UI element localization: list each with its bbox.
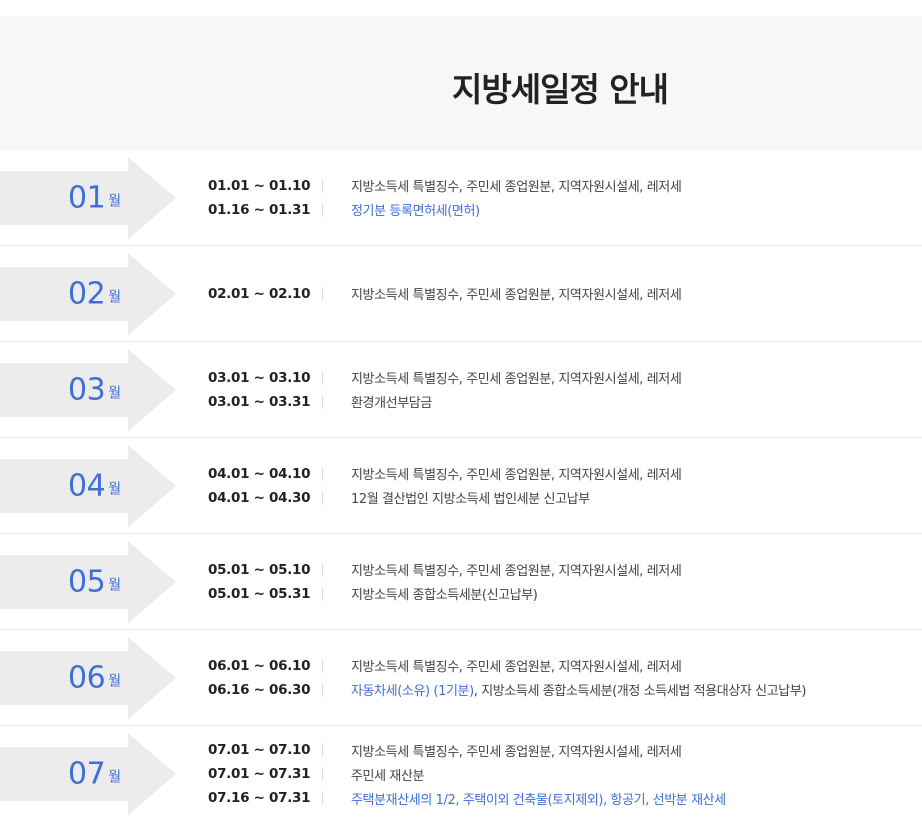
entry-date: 04.01 ~ 04.10 <box>208 465 311 482</box>
entry-description[interactable]: 주택분재산세의 1/2, 주택이외 건축물(토지제외), 항공기, 선박분 재산… <box>351 789 726 808</box>
schedule-list: 01 월 01.01 ~ 01.10 지방소득세 특별징수, 주민세 종업원분, 지역… <box>0 150 922 822</box>
page-header: 지방세일정 안내 <box>0 16 922 150</box>
schedule-entries: 03.01 ~ 03.10 지방소득세 특별징수, 주민세 종업원분, 지역자원시… <box>208 366 682 414</box>
month-label: 02 월 <box>68 276 121 311</box>
entry-date: 03.01 ~ 03.10 <box>208 369 311 386</box>
schedule-entry: 03.01 ~ 03.10 지방소득세 특별징수, 주민세 종업원분, 지역자원시… <box>208 366 682 390</box>
month-label: 06 월 <box>68 660 121 695</box>
month-label: 04 월 <box>68 468 121 503</box>
schedule-entries: 06.01 ~ 06.10 지방소득세 특별징수, 주민세 종업원분, 지역자원시… <box>208 654 806 702</box>
month-unit: 월 <box>108 673 122 689</box>
page-title: 지방세일정 안내 <box>452 70 669 109</box>
entry-date: 06.16 ~ 06.30 <box>208 681 311 698</box>
entry-description: 지방소득세 특별징수, 주민세 종업원분, 지역자원시설세, 레저세 <box>351 180 682 195</box>
entry-description: 12월 결산법인 지방소득세 법인세분 신고납부 <box>351 492 590 507</box>
entry-description: 지방소득세 특별징수, 주민세 종업원분, 지역자원시설세, 레저세 <box>351 468 682 483</box>
schedule-entry: 05.01 ~ 05.10 지방소득세 특별징수, 주민세 종업원분, 지역자원시… <box>208 558 682 582</box>
entry-divider <box>322 394 323 409</box>
schedule-entry: 05.01 ~ 05.31 지방소득세 종합소득세분(신고납부) <box>208 582 681 606</box>
entry-date: 07.16 ~ 07.31 <box>208 790 311 806</box>
entry-divider <box>322 767 323 781</box>
entry-date: 05.01 ~ 05.31 <box>208 585 311 602</box>
schedule-entries: 07.01 ~ 07.10 지방소득세 특별징수, 주민세 종업원분, 지역자원시… <box>208 738 726 810</box>
entry-description-link[interactable]: 자동차세(소유) (1기분) <box>351 684 474 699</box>
entry-description: 지방소득세 특별징수, 주민세 종업원분, 지역자원시설세, 레저세 <box>351 744 682 760</box>
entry-date: 01.01 ~ 01.10 <box>208 177 311 194</box>
entry-description: 환경개선부담금 <box>351 396 432 411</box>
schedule-entry: 06.01 ~ 06.10 지방소득세 특별징수, 주민세 종업원분, 지역자원시… <box>208 654 806 678</box>
entry-description: 지방소득세 종합소득세분(신고납부) <box>351 588 538 603</box>
month-unit: 월 <box>108 193 122 209</box>
entry-description: 지방소득세 특별징수, 주민세 종업원분, 지역자원시설세, 레저세 <box>351 660 682 675</box>
month-label: 05 월 <box>68 564 121 599</box>
entry-date: 07.01 ~ 07.31 <box>208 766 311 782</box>
entry-date: 03.01 ~ 03.31 <box>208 393 311 410</box>
entry-description-text: , 지방소득세 종합소득세분(개정 소득세법 적용대상자 신고납부) <box>473 684 807 699</box>
entry-divider <box>322 658 323 673</box>
month-number: 03 <box>68 372 106 407</box>
schedule-entries: 01.01 ~ 01.10 지방소득세 특별징수, 주민세 종업원분, 지역자원시… <box>208 174 682 222</box>
month-label: 07 월 <box>68 757 121 792</box>
entry-date: 01.16 ~ 01.31 <box>208 201 311 218</box>
entry-description: 지방소득세 특별징수, 주민세 종업원분, 지역자원시설세, 레저세 <box>351 564 682 579</box>
entry-divider <box>322 202 323 217</box>
entry-divider <box>322 791 323 805</box>
month-row: 04 월 04.01 ~ 04.10 지방소득세 특별징수, 주민세 종업원분, 지역… <box>0 438 922 534</box>
schedule-entry: 07.01 ~ 07.10 지방소득세 특별징수, 주민세 종업원분, 지역자원시… <box>208 738 726 762</box>
schedule-entry: 02.01 ~ 02.10 지방소득세 특별징수, 주민세 종업원분, 지역자원시… <box>208 282 682 306</box>
entry-divider <box>322 562 323 577</box>
month-unit: 월 <box>108 577 122 593</box>
schedule-entry: 03.01 ~ 03.31 환경개선부담금 <box>208 390 681 414</box>
entry-description: 주민세 재산분 <box>351 768 425 784</box>
entry-date: 02.01 ~ 02.10 <box>208 285 311 302</box>
month-row: 02 월 02.01 ~ 02.10 지방소득세 특별징수, 주민세 종업원분, 지역… <box>0 246 922 342</box>
schedule-entry: 06.16 ~ 06.30 자동차세(소유) (1기분), 지방소득세 종합소득세… <box>208 678 806 702</box>
entry-date: 07.01 ~ 07.10 <box>208 742 311 758</box>
schedule-entry: 07.16 ~ 07.31 주택분재산세의 1/2, 주택이외 건축물(토지제외)… <box>208 786 726 810</box>
month-row: 06 월 06.01 ~ 06.10 지방소득세 특별징수, 주민세 종업원분, 지역… <box>0 630 922 726</box>
schedule-entry: 04.01 ~ 04.10 지방소득세 특별징수, 주민세 종업원분, 지역자원시… <box>208 462 682 486</box>
entry-divider <box>322 586 323 601</box>
month-row: 03 월 03.01 ~ 03.10 지방소득세 특별징수, 주민세 종업원분, 지역… <box>0 342 922 438</box>
month-number: 07 <box>68 756 106 792</box>
schedule-entries: 04.01 ~ 04.10 지방소득세 특별징수, 주민세 종업원분, 지역자원시… <box>208 462 682 510</box>
entry-divider <box>322 466 323 481</box>
entry-date: 06.01 ~ 06.10 <box>208 657 311 674</box>
month-number: 05 <box>68 564 106 599</box>
schedule-entry: 04.01 ~ 04.30 12월 결산법인 지방소득세 법인세분 신고납부 <box>208 486 681 510</box>
entry-date: 04.01 ~ 04.30 <box>208 489 311 506</box>
month-row: 01 월 01.01 ~ 01.10 지방소득세 특별징수, 주민세 종업원분, 지역… <box>0 150 922 246</box>
month-row: 05 월 05.01 ~ 05.10 지방소득세 특별징수, 주민세 종업원분, 지역… <box>0 534 922 630</box>
month-unit: 월 <box>108 289 122 305</box>
entry-divider <box>322 490 323 505</box>
schedule-entry: 01.01 ~ 01.10 지방소득세 특별징수, 주민세 종업원분, 지역자원시… <box>208 174 682 198</box>
entry-divider <box>322 370 323 385</box>
schedule-entry: 01.16 ~ 01.31 정기분 등록면허세(면허) <box>208 198 681 222</box>
schedule-entries: 05.01 ~ 05.10 지방소득세 특별징수, 주민세 종업원분, 지역자원시… <box>208 558 682 606</box>
entry-description: 지방소득세 특별징수, 주민세 종업원분, 지역자원시설세, 레저세 <box>351 372 682 387</box>
month-unit: 월 <box>108 385 122 401</box>
month-number: 02 <box>68 276 106 311</box>
entry-divider <box>322 682 323 697</box>
month-unit: 월 <box>108 769 122 786</box>
entry-date: 05.01 ~ 05.10 <box>208 561 311 578</box>
entry-divider <box>322 286 323 301</box>
schedule-entry: 07.01 ~ 07.31 주민세 재산분 <box>208 762 726 786</box>
entry-description[interactable]: 정기분 등록면허세(면허) <box>351 200 480 219</box>
month-label: 03 월 <box>68 372 121 407</box>
month-number: 01 <box>68 180 106 215</box>
entry-description: 자동차세(소유) (1기분), 지방소득세 종합소득세분(개정 소득세법 적용대… <box>351 680 806 699</box>
entry-divider <box>322 178 323 193</box>
month-row: 07 월 07.01 ~ 07.10 지방소득세 특별징수, 주민세 종업원분, 지역… <box>0 726 922 822</box>
month-unit: 월 <box>108 481 122 497</box>
top-spacer <box>0 0 922 16</box>
month-number: 04 <box>68 468 106 503</box>
month-number: 06 <box>68 660 106 695</box>
schedule-entries: 02.01 ~ 02.10 지방소득세 특별징수, 주민세 종업원분, 지역자원시… <box>208 282 682 306</box>
entry-divider <box>322 743 323 757</box>
entry-description: 지방소득세 특별징수, 주민세 종업원분, 지역자원시설세, 레저세 <box>351 288 682 303</box>
month-label: 01 월 <box>68 180 121 215</box>
